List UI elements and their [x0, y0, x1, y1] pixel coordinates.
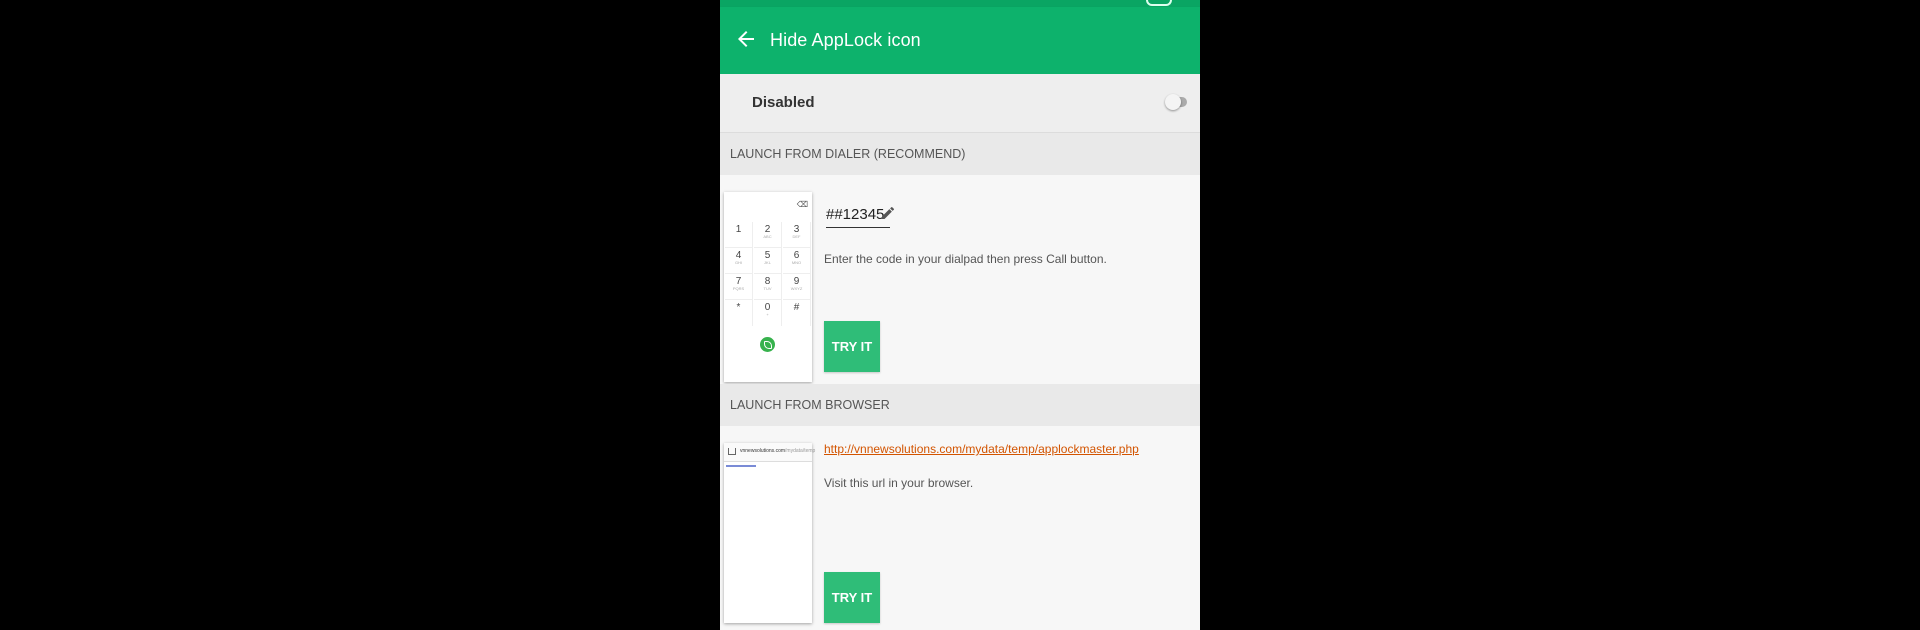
browser-address-bar: vnnewsolutions.com/mydata/temp	[724, 443, 815, 462]
phone-call-icon	[760, 337, 775, 352]
dialer-section-title: LAUNCH FROM DIALER (RECOMMEND)	[730, 147, 966, 161]
toggle-label: Disabled	[752, 94, 815, 111]
browser-panel: vnnewsolutions.com/mydata/temp http://vn…	[720, 426, 1200, 630]
switch-thumb	[1165, 94, 1181, 110]
browser-url-path: /mydata/temp	[785, 448, 816, 454]
page-title: Hide AppLock icon	[770, 30, 921, 50]
dialer-panel: ⌫ 1 2 ABC 3 DEF 4 GHI 5 JKL 6 MNO 7 PQRS 8 TUV …	[720, 175, 1200, 384]
app-screen: Hide AppLock icon Disabled LAUNCH FROM D…	[720, 0, 1200, 630]
toolbar: Hide AppLock icon	[720, 7, 1200, 74]
dialer-section-header: LAUNCH FROM DIALER (RECOMMEND)	[720, 133, 1200, 175]
dial-key: 1	[725, 222, 753, 248]
dialpad-illustration: ⌫ 1 2 ABC 3 DEF 4 GHI 5 JKL 6 MNO 7 PQRS 8 TUV …	[724, 192, 812, 382]
status-icon	[1146, 0, 1172, 6]
back-arrow-icon[interactable]	[734, 27, 758, 51]
browser-illustration: vnnewsolutions.com/mydata/temp	[724, 443, 815, 623]
browser-section-title: LAUNCH FROM BROWSER	[730, 398, 890, 412]
dial-key: 9 WXYZ	[783, 274, 811, 300]
home-icon	[728, 448, 736, 455]
dial-key: 0 +	[754, 300, 782, 326]
dial-key: *	[725, 300, 753, 326]
dial-key: #	[783, 300, 811, 326]
hide-icon-toggle-row[interactable]: Disabled	[720, 74, 1200, 133]
hide-icon-switch[interactable]	[1165, 94, 1187, 110]
browser-hint: Visit this url in your browser.	[824, 476, 974, 490]
dialer-hint: Enter the code in your dialpad then pres…	[824, 252, 1107, 266]
dial-key: 5 JKL	[754, 248, 782, 274]
pencil-icon[interactable]	[880, 204, 896, 222]
browser-section-header: LAUNCH FROM BROWSER	[720, 384, 1200, 426]
dial-key: 6 MNO	[783, 248, 811, 274]
browser-url-text: vnnewsolutions.com/mydata/temp	[740, 448, 815, 454]
applock-url-link[interactable]: http://vnnewsolutions.com/mydata/temp/ap…	[824, 442, 1139, 456]
backspace-icon: ⌫	[796, 200, 808, 209]
dial-key: 4 GHI	[725, 248, 753, 274]
dial-key: 3 DEF	[783, 222, 811, 248]
dial-key: 8 TUV	[754, 274, 782, 300]
dial-key: 2 ABC	[754, 222, 782, 248]
dial-key: 7 PQRS	[725, 274, 753, 300]
secret-code-text: ##12345	[826, 206, 885, 223]
try-dialer-button[interactable]: TRY IT	[824, 321, 880, 372]
status-bar	[720, 0, 1200, 7]
browser-url-domain: vnnewsolutions.com	[740, 448, 786, 454]
page-link-line	[726, 465, 756, 467]
try-browser-button[interactable]: TRY IT	[824, 572, 880, 623]
